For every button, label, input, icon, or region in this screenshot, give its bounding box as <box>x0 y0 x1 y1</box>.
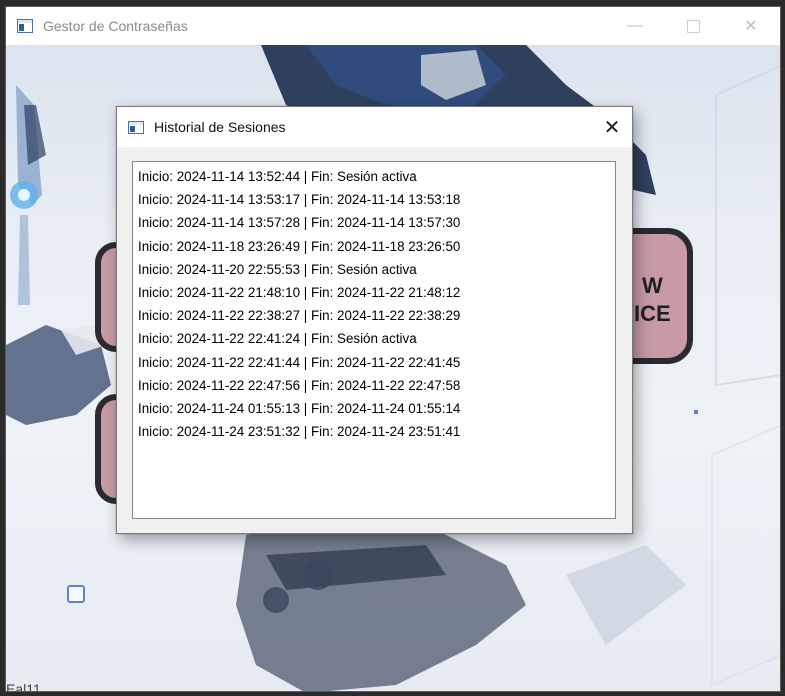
list-item[interactable]: Inicio: 2024-11-24 01:55:13 | Fin: 2024-… <box>138 397 615 420</box>
list-item[interactable]: Inicio: 2024-11-20 22:55:53 | Fin: Sesió… <box>138 258 615 281</box>
list-item[interactable]: Inicio: 2024-11-22 22:41:24 | Fin: Sesió… <box>138 327 615 350</box>
checkbox[interactable] <box>67 585 85 603</box>
list-item[interactable]: Inicio: 2024-11-22 22:47:56 | Fin: 2024-… <box>138 374 615 397</box>
corner-label: Eal11 <box>6 681 41 691</box>
main-window-title: Gestor de Contraseñas <box>43 18 188 34</box>
dialog-close-button[interactable]: ✕ <box>592 107 632 147</box>
hidden-button-text-line2: ICE <box>634 301 671 326</box>
list-item[interactable]: Inicio: 2024-11-14 13:52:44 | Fin: Sesió… <box>138 165 615 188</box>
dialog-window-icon <box>128 120 144 134</box>
dialog-titlebar[interactable]: Historial de Sesiones ✕ <box>117 107 632 147</box>
list-item[interactable]: Inicio: 2024-11-22 22:38:27 | Fin: 2024-… <box>138 304 615 327</box>
list-item[interactable]: Inicio: 2024-11-14 13:57:28 | Fin: 2024-… <box>138 211 615 234</box>
list-item[interactable]: Inicio: 2024-11-14 13:53:17 | Fin: 2024-… <box>138 188 615 211</box>
maximize-button[interactable] <box>664 7 722 45</box>
close-button[interactable]: ✕ <box>722 7 780 45</box>
dialog-title: Historial de Sesiones <box>154 119 286 135</box>
maximize-icon <box>686 19 700 33</box>
session-history-dialog: Historial de Sesiones ✕ Inicio: 2024-11-… <box>116 106 633 534</box>
main-titlebar[interactable]: Gestor de Contraseñas — ✕ <box>6 7 780 45</box>
app-window-icon <box>17 19 33 33</box>
list-item[interactable]: Inicio: 2024-11-24 23:51:32 | Fin: 2024-… <box>138 420 615 443</box>
list-item[interactable]: Inicio: 2024-11-18 23:26:49 | Fin: 2024-… <box>138 235 615 258</box>
session-listbox[interactable]: Inicio: 2024-11-14 13:52:44 | Fin: Sesió… <box>132 161 616 519</box>
hidden-button-text-line1: W <box>642 273 663 298</box>
list-item[interactable]: Inicio: 2024-11-22 22:41:44 | Fin: 2024-… <box>138 351 615 374</box>
minimize-button[interactable]: — <box>606 7 664 45</box>
list-item[interactable]: Inicio: 2024-11-22 21:48:10 | Fin: 2024-… <box>138 281 615 304</box>
window-controls: — ✕ <box>606 7 780 45</box>
